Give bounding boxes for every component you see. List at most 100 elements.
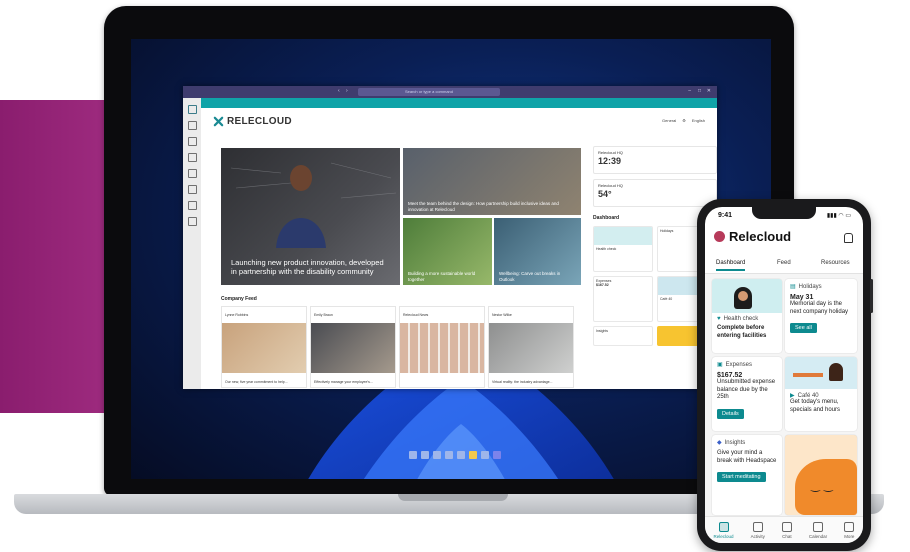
calendar-icon[interactable]	[187, 169, 197, 178]
cafe-illustration	[785, 357, 857, 389]
group-label[interactable]: General	[662, 118, 676, 123]
activity-icon[interactable]	[187, 121, 197, 130]
phone-dashboard: ♥ Health check Complete before entering f…	[705, 274, 863, 517]
feed-card-header: Nestor Wilke	[489, 307, 573, 323]
health-label-row: ♥ Health check	[717, 316, 777, 322]
headspace-card[interactable]: ‿‿	[785, 435, 857, 515]
task-view-icon[interactable]	[433, 451, 441, 459]
phone-frame: 9:41 ▮▮▮ ◠ ▭ Relecloud Dashboard Feed Re…	[697, 199, 873, 551]
feed-card[interactable]: Nestor Wilke Virtual reality: the indust…	[488, 306, 574, 388]
store-icon[interactable]	[481, 451, 489, 459]
widgets-icon[interactable]	[445, 451, 453, 459]
health-check-card[interactable]: ♥ Health check Complete before entering f…	[712, 279, 782, 353]
minimize-icon[interactable]: –	[688, 88, 691, 94]
clock-place: Relecloud HQ	[598, 150, 623, 155]
tab-dashboard[interactable]: Dashboard	[716, 260, 746, 271]
insights-card[interactable]: ◆ Insights Give your mind a break with He…	[712, 435, 782, 515]
maximize-icon[interactable]: □	[698, 88, 701, 94]
expenses-text: Unsubmitted expense balance due by the 2…	[717, 379, 776, 400]
insights-icon: ◆	[717, 440, 722, 446]
feed-card-author: Emily Braun	[314, 313, 333, 317]
expenses-details-button[interactable]: Details	[717, 408, 744, 419]
cafe-card[interactable]: ▶ Café 40 Get today's menu, specials and …	[785, 357, 857, 431]
nav-activity[interactable]: Activity	[751, 521, 765, 539]
news-tile-sustainable-text: Building a more sustainable world togeth…	[408, 271, 476, 282]
nav-more[interactable]: More	[844, 521, 855, 539]
feed-card-text: Our new, five year commitment to help...	[225, 380, 288, 384]
news-tile-team[interactable]: Meet the team behind the design: How par…	[403, 148, 581, 215]
search-icon[interactable]	[421, 451, 429, 459]
relecloud-app-icon[interactable]	[187, 105, 197, 114]
close-icon[interactable]: ✕	[707, 88, 711, 94]
nav-chat-label: Chat	[782, 533, 792, 539]
dash-tile-label: Holidays	[660, 229, 674, 233]
start-meditating-button[interactable]: Start meditating	[717, 472, 766, 482]
feed-card-author: Nestor Wilke	[492, 313, 512, 317]
dash-expenses-amount: $167.52	[596, 283, 609, 287]
holidays-see-all-button[interactable]: See all	[790, 323, 817, 333]
feed-card-header: Lynne Robbins	[222, 307, 306, 323]
apps-icon[interactable]	[187, 217, 197, 226]
tab-feed[interactable]: Feed	[777, 260, 791, 266]
chat-icon[interactable]	[187, 137, 197, 146]
start-icon[interactable]	[409, 451, 417, 459]
feed-card[interactable]: Relecloud News	[399, 306, 485, 388]
settings-icon[interactable]: ⚙	[682, 118, 686, 123]
headspace-character: ‿‿	[795, 459, 857, 515]
taskbar	[409, 451, 501, 459]
expenses-label: Expenses	[725, 361, 753, 368]
clock-card[interactable]: Relecloud HQ 12:39	[593, 146, 717, 174]
nav-calendar[interactable]: Calendar	[808, 521, 828, 539]
teams-taskbar-icon[interactable]	[493, 451, 501, 459]
tab-resources[interactable]: Resources	[821, 260, 850, 266]
phone-app-title: Relecloud	[729, 229, 792, 244]
more-icon	[844, 521, 855, 532]
dash-insights[interactable]: Insights	[593, 326, 653, 346]
holidays-card[interactable]: ▤ Holidays May 31 Memorial day is the nex…	[785, 279, 857, 353]
news-tile-sustainable[interactable]: Building a more sustainable world togeth…	[403, 218, 492, 285]
language-select[interactable]: English	[692, 118, 705, 123]
feed-card[interactable]: Emily Braun Effectively manage your empl…	[310, 306, 396, 388]
status-icons: ▮▮▮ ◠ ▭	[826, 213, 851, 219]
news-tile-wellbeing-text: Wellbeing: Carve out breaks in Outlook	[499, 271, 561, 282]
bookmark-icon[interactable]	[844, 233, 853, 243]
phone-side-button	[870, 279, 873, 313]
dash-health-check[interactable]: Health check	[593, 226, 653, 272]
app-rail	[183, 98, 201, 389]
files-icon[interactable]	[187, 201, 197, 210]
news-tile-wellbeing[interactable]: Wellbeing: Carve out breaks in Outlook	[494, 218, 581, 285]
edge-icon[interactable]	[457, 451, 465, 459]
nav-more-label: More	[844, 533, 855, 539]
headspace-face-icon: ‿‿	[811, 480, 837, 492]
dash-tile-label: Café 40	[660, 297, 673, 301]
phone-bottom-nav: Relecloud Activity Chat Calendar More	[705, 516, 863, 543]
feed-card-header: Emily Braun	[311, 307, 395, 323]
feed-card-header: Relecloud News	[400, 307, 484, 323]
magenta-backdrop	[0, 100, 104, 413]
expenses-card[interactable]: ▣ Expenses $167.52 Unsubmitted expense ba…	[712, 357, 782, 431]
forward-arrow-icon[interactable]: ›	[346, 88, 348, 94]
holidays-icon: ▤	[790, 284, 796, 290]
calls-icon[interactable]	[187, 185, 197, 194]
teams-window: Search or type a command ‹ › ✕ □ – HOME …	[183, 86, 717, 389]
health-label: Health check	[723, 316, 759, 322]
feed-card-author: Lynne Robbins	[225, 313, 249, 317]
feed-card-author: Relecloud News	[403, 313, 429, 317]
relecloud-avatar-icon[interactable]	[714, 231, 725, 242]
top-right-controls: General ⚙ English	[662, 118, 705, 123]
weather-card[interactable]: Relecloud HQ 54°	[593, 179, 717, 207]
feed-card-image	[400, 323, 484, 373]
feed-card[interactable]: Lynne Robbins Our new, five year commitm…	[221, 306, 307, 388]
chat-nav-icon	[781, 521, 792, 532]
nav-chat[interactable]: Chat	[781, 521, 792, 539]
heart-icon: ♥	[717, 316, 721, 322]
nav-calendar-label: Calendar	[808, 533, 828, 539]
nav-relecloud[interactable]: Relecloud	[714, 521, 734, 539]
dash-expenses[interactable]: Expenses $167.52	[593, 276, 653, 322]
back-arrow-icon[interactable]: ‹	[338, 88, 340, 94]
hero-news-tile[interactable]: Launching new product innovation, develo…	[221, 148, 400, 285]
holidays-label-row: ▤ Holidays	[790, 283, 852, 291]
search-input[interactable]: Search or type a command	[358, 88, 500, 96]
teams-icon[interactable]	[187, 153, 197, 162]
explorer-icon[interactable]	[469, 451, 477, 459]
